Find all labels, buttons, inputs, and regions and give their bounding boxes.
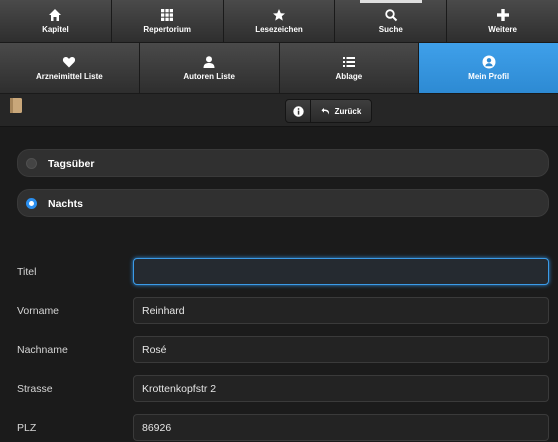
- tab-label: Lesezeichen: [255, 25, 303, 34]
- tab-repertorium[interactable]: Repertorium: [111, 0, 224, 43]
- tab-weitere[interactable]: Weitere: [447, 0, 558, 43]
- tab-label: Mein Profil: [468, 72, 510, 81]
- list-icon: [342, 57, 355, 67]
- tab-label: Weitere: [488, 25, 517, 34]
- radio-button-selected[interactable]: [26, 198, 37, 209]
- vorname-input[interactable]: [133, 297, 549, 324]
- tab-lesezeichen[interactable]: Lesezeichen: [223, 0, 336, 43]
- tab-mein-profil[interactable]: Mein Profil: [419, 43, 558, 94]
- plz-label: PLZ: [17, 422, 37, 434]
- search-icon: [385, 9, 397, 22]
- info-icon: [292, 105, 304, 117]
- vorname-label: Vorname: [17, 305, 60, 317]
- form-row-vorname: Vorname: [0, 297, 558, 325]
- toolbar-button-group: Zurück: [285, 99, 372, 123]
- form-row-strasse: Strasse: [0, 375, 558, 403]
- star-icon: [272, 9, 285, 21]
- undo-icon: [321, 108, 329, 115]
- option-label: Tagsüber: [48, 158, 95, 170]
- tab-arzneimittel-liste[interactable]: Arzneimittel Liste: [0, 43, 140, 94]
- radio-button[interactable]: [26, 158, 37, 169]
- tab-label: Arzneimittel Liste: [36, 72, 103, 81]
- home-icon: [49, 9, 62, 21]
- grid-icon: [161, 9, 174, 21]
- form-row-nachname: Nachname: [0, 336, 558, 364]
- tab-autoren-liste[interactable]: Autoren Liste: [139, 43, 280, 94]
- tab-label: Repertorium: [143, 25, 191, 34]
- heart-icon: [63, 56, 76, 68]
- option-nachts[interactable]: Nachts: [17, 189, 549, 217]
- titel-label: Titel: [17, 266, 37, 278]
- strasse-label: Strasse: [17, 383, 53, 395]
- titel-input[interactable]: [133, 258, 549, 285]
- tab-ablage[interactable]: Ablage: [279, 43, 420, 94]
- strasse-input[interactable]: [133, 375, 549, 402]
- tab-suche[interactable]: Suche: [335, 0, 448, 43]
- main-nav-row-2: Arzneimittel Liste Autoren Liste Ablage …: [0, 43, 558, 94]
- tab-label: Autoren Liste: [183, 72, 235, 81]
- nachname-input[interactable]: [133, 336, 549, 363]
- option-label: Nachts: [48, 198, 84, 210]
- active-indicator: [359, 0, 422, 3]
- plus-icon: [496, 9, 509, 21]
- user-circle-icon: [482, 55, 496, 69]
- form-row-plz: PLZ: [0, 414, 558, 442]
- tab-label: Suche: [378, 25, 403, 34]
- info-button[interactable]: [286, 100, 311, 122]
- user-icon: [203, 56, 215, 68]
- tab-label: Kapitel: [42, 25, 69, 34]
- form-row-titel: Titel: [0, 258, 558, 286]
- back-label: Zurück: [334, 106, 362, 116]
- notebook-icon[interactable]: [10, 98, 22, 113]
- tab-label: Ablage: [335, 72, 363, 81]
- toolbar: Zurück: [0, 94, 558, 127]
- main-nav-row-1: Kapitel Repertorium Lesezeichen Suche We…: [0, 0, 558, 43]
- tab-kapitel[interactable]: Kapitel: [0, 0, 112, 43]
- option-tagsueber[interactable]: Tagsüber: [17, 149, 549, 177]
- back-button[interactable]: Zurück: [311, 100, 371, 122]
- nachname-label: Nachname: [17, 344, 68, 356]
